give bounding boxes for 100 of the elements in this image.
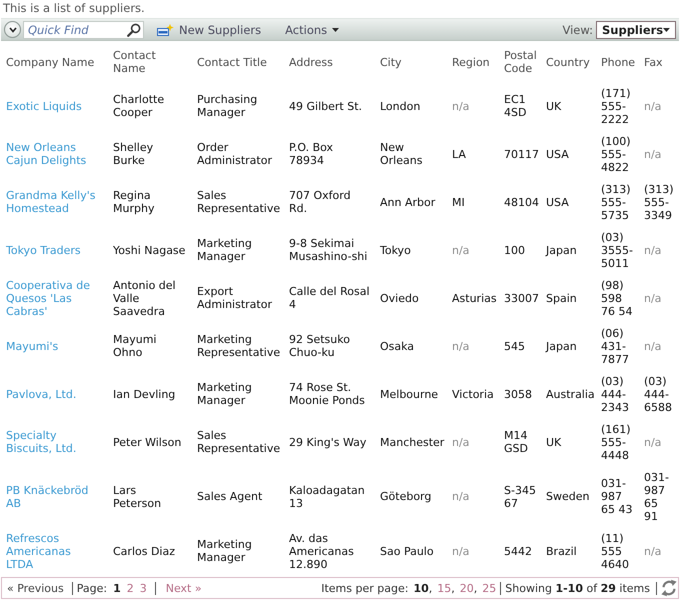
- table-cell-text: (06) 431-7877: [601, 326, 630, 368]
- company-link[interactable]: Specialty Biscuits, Ltd.: [6, 429, 99, 455]
- next-link[interactable]: Next »: [166, 582, 202, 594]
- table-cell-text: 33007: [504, 290, 540, 306]
- sparkle-card-icon: [157, 24, 174, 36]
- column-header[interactable]: Postal Code: [504, 42, 546, 82]
- table-cell-text: S-345 67: [504, 482, 537, 512]
- refresh-icon[interactable]: [661, 579, 677, 597]
- description-text: This is a list of suppliers.: [2, 0, 146, 17]
- company-link[interactable]: Tokyo Traders: [6, 244, 99, 256]
- page-size-link[interactable]: 25: [482, 582, 496, 594]
- table-cell-text: Calle del Rosal 4: [289, 284, 371, 313]
- column-header[interactable]: Country: [546, 42, 601, 82]
- table-cell-text: 48104: [504, 194, 540, 210]
- column-header[interactable]: Fax: [644, 42, 678, 82]
- page-size-link[interactable]: 15: [437, 582, 452, 594]
- table-cell-text: Marketing Manager: [197, 236, 253, 265]
- table-cell: 9-8 Sekimai Musashino-shi: [289, 226, 380, 274]
- new-item-button[interactable]: New Suppliers: [157, 22, 262, 36]
- actions-menu-button[interactable]: Actions: [285, 22, 340, 36]
- table-cell-text: Asturias: [452, 290, 498, 306]
- list-separator: ,: [428, 582, 432, 594]
- company-link[interactable]: Exotic Liquids: [6, 100, 99, 112]
- search-icon[interactable]: [127, 22, 141, 36]
- table-cell: Marketing Manager: [197, 527, 289, 575]
- table-cell-text: Ian Devling: [113, 386, 176, 402]
- table-cell-text: Mayumi Ohno: [113, 332, 158, 361]
- table-cell-text: Sales Representative: [197, 428, 282, 457]
- table-cell-text: Brazil: [546, 544, 578, 560]
- page-link[interactable]: 2: [126, 582, 134, 594]
- column-header[interactable]: Contact Title: [197, 42, 289, 82]
- table-cell-text: (313) 555-5735: [601, 182, 632, 224]
- items-per-page-label: Items per page:: [321, 582, 408, 594]
- table-cell: 545: [504, 322, 546, 370]
- table-cell-text: (313) 555-3349: [644, 182, 675, 224]
- table-cell-text: Export Administrator: [197, 284, 273, 313]
- company-link[interactable]: PB Knäckebröd AB: [6, 484, 99, 510]
- view-dropdown[interactable]: Suppliers: [596, 20, 676, 38]
- company-link[interactable]: New Orleans Cajun Delights: [6, 141, 99, 167]
- expand-button[interactable]: [4, 21, 21, 38]
- caret-icon: [663, 28, 670, 32]
- column-header[interactable]: Address: [289, 42, 380, 82]
- list-separator: ,: [451, 582, 455, 594]
- column-header[interactable]: City: [380, 42, 452, 82]
- table-cell-text: 49 Gilbert St.: [289, 98, 364, 114]
- table-cell: Shelley Burke: [113, 130, 197, 178]
- company-link[interactable]: Cooperativa de Quesos 'Las Cabras': [6, 278, 99, 318]
- table-cell-text: n/a: [452, 242, 470, 258]
- page-size-link[interactable]: 20: [460, 582, 474, 594]
- table-cell-text: (03) 444-2343: [601, 374, 630, 416]
- table-cell-text: Japan: [546, 338, 578, 354]
- table-cell-text: Victoria: [452, 386, 495, 402]
- table-cell-text: n/a: [452, 98, 470, 114]
- quick-find-field[interactable]: Quick Find: [23, 20, 144, 38]
- table-cell-text: Osaka: [380, 338, 416, 354]
- page-link[interactable]: 3: [140, 582, 147, 594]
- table-cell-text: 70117: [504, 146, 540, 162]
- table-cell-text: (161) 555-4448: [601, 422, 632, 464]
- page-size-link[interactable]: 10: [413, 582, 429, 594]
- company-link[interactable]: Refrescos Americanas LTDA: [6, 532, 99, 570]
- table-cell: Melbourne: [380, 370, 452, 418]
- table-cell-text: (03) 444-6588: [644, 374, 673, 416]
- company-link[interactable]: Pavlova, Ltd.: [6, 388, 99, 400]
- table-cell-text: Manchester: [380, 434, 446, 450]
- column-header[interactable]: Phone: [601, 42, 644, 82]
- table-cell-text: n/a: [644, 146, 662, 162]
- column-header[interactable]: Company Name: [6, 42, 113, 82]
- table-cell-text: EC1 4SD: [504, 92, 528, 121]
- table-cell-text: M14 GSD: [504, 428, 529, 457]
- table-cell-text: n/a: [644, 434, 662, 450]
- table-cell-text: London: [380, 98, 422, 114]
- view-label: View:: [562, 22, 593, 36]
- previous-link: « Previous: [7, 582, 64, 594]
- page-link[interactable]: 1: [113, 582, 121, 594]
- table-cell-text: Carlos Diaz: [113, 544, 176, 560]
- table-cell-text: n/a: [644, 98, 662, 114]
- column-header[interactable]: Region: [452, 42, 504, 82]
- table-cell-text: Marketing Representative: [197, 332, 282, 361]
- company-link[interactable]: Grandma Kelly's Homestead: [6, 189, 99, 215]
- chevron-down-icon: [8, 26, 16, 32]
- table-cell-text: Regina Murphy: [113, 188, 156, 217]
- column-header[interactable]: Contact Name: [113, 42, 197, 82]
- table-cell-text: Spain: [546, 290, 578, 306]
- table-cell: 707 Oxford Rd.: [289, 178, 380, 226]
- table-cell-text: Sales Agent: [197, 489, 264, 505]
- table-cell-text: Tokyo: [380, 242, 412, 258]
- table-cell-text: Ann Arbor: [380, 194, 436, 210]
- table-cell-text: n/a: [644, 338, 662, 354]
- table-cell-text: USA: [546, 194, 570, 210]
- table-cell-text: Peter Wilson: [113, 434, 182, 450]
- table-cell-text: (98) 598 76 54: [601, 278, 634, 320]
- company-link[interactable]: Mayumi's: [6, 340, 99, 352]
- table-cell-text: Göteborg: [380, 489, 432, 505]
- table-cell-text: P.O. Box 78934: [289, 140, 334, 169]
- table-cell-text: 29 King's Way: [289, 434, 368, 450]
- table-cell-text: Sweden: [546, 489, 590, 505]
- table-cell-text: 031-987 65 91: [644, 470, 670, 524]
- table-cell-text: New Orleans: [380, 140, 424, 169]
- table-cell-text: (100) 555-4822: [601, 134, 632, 176]
- table-cell: 3058: [504, 370, 546, 418]
